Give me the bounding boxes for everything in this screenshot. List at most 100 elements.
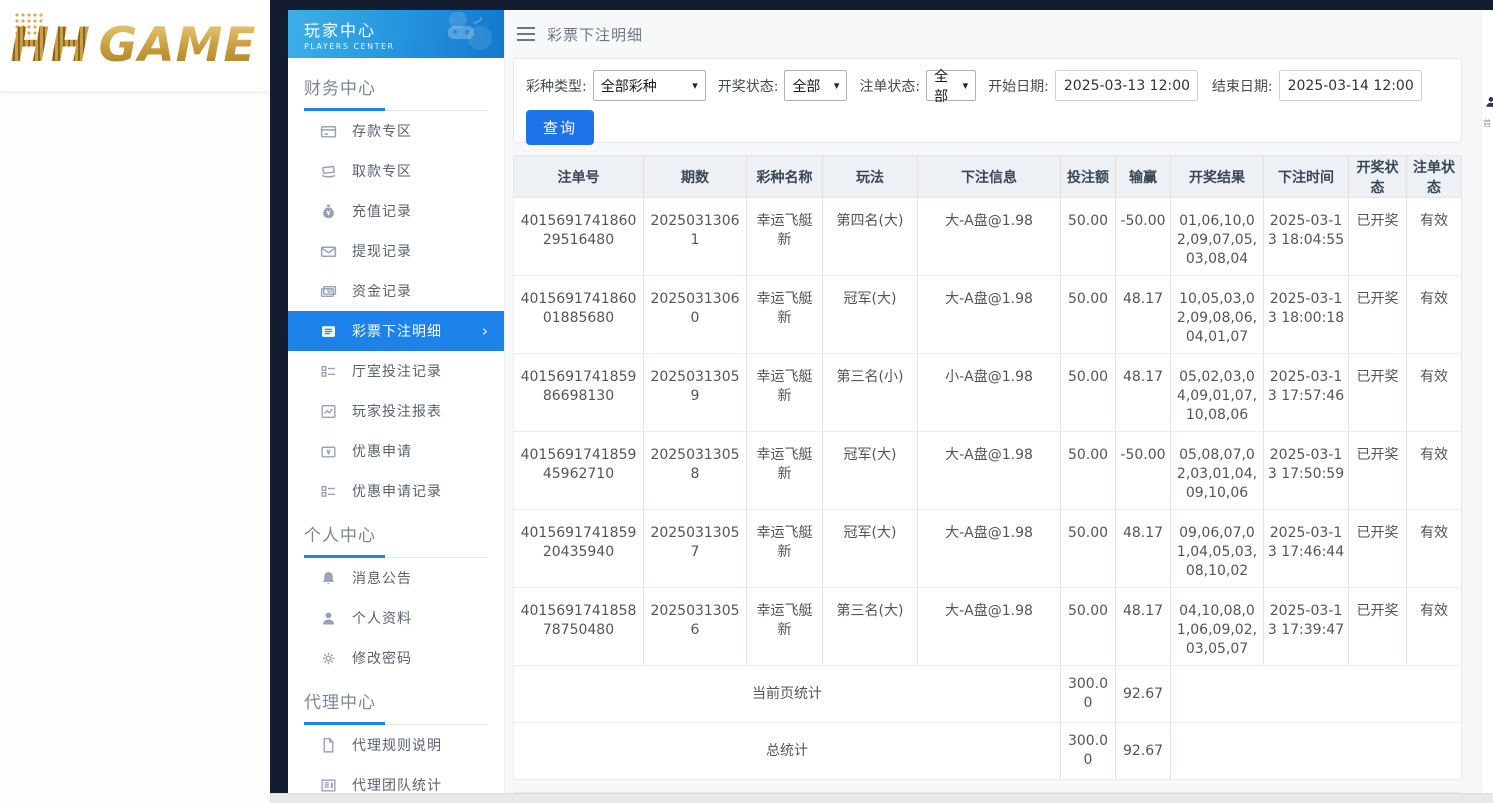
page-header: 彩票下注明细: [513, 10, 1462, 58]
sidebar-item-recharge-records[interactable]: 充值记录: [288, 191, 504, 231]
rail-text-clipped: 首: [1483, 118, 1491, 129]
sidebar-item-change-password[interactable]: 修改密码: [288, 638, 504, 678]
col-header: 下注信息: [918, 156, 1061, 198]
cell-bet-id: 401569174185945962710: [514, 432, 644, 510]
right-rail-clipped: 首: [1481, 10, 1493, 793]
sidebar-item-agent-rules[interactable]: 代理规则说明: [288, 725, 504, 765]
col-header: 开奖状态: [1349, 156, 1407, 198]
cell-bet-time: 2025-03-13 17:39:47: [1264, 588, 1349, 666]
sidebar-item-lottery-bet-details[interactable]: 彩票下注明细 ›: [288, 311, 504, 351]
detail-list-icon: [320, 363, 337, 380]
sidebar-header: 玩家中心 PLAYERS CENTER: [288, 10, 504, 58]
chevron-down-icon: ▾: [834, 79, 840, 92]
section-personal: 个人中心: [288, 511, 504, 558]
sidebar-item-messages[interactable]: 消息公告: [288, 558, 504, 598]
bets-table: 注单号 期数 彩种名称 玩法 下注信息 投注额 输赢 开奖结果 下注时间 开奖状…: [513, 155, 1462, 780]
cell-order-status: 有效: [1407, 510, 1462, 588]
sidebar-item-profile[interactable]: 个人资料: [288, 598, 504, 638]
page-summary-label: 当前页统计: [514, 666, 1061, 723]
chevron-down-icon: ▾: [963, 79, 969, 92]
sidebar-item-player-bet-report[interactable]: 玩家投注报表: [288, 391, 504, 431]
gamepad-icon: [428, 12, 498, 56]
sidebar: 玩家中心 PLAYERS CENTER 财务中心 存款专区: [288, 10, 505, 803]
cell-bet-info: 大-A盘@1.98: [918, 588, 1061, 666]
page-title: 彩票下注明细: [547, 24, 643, 45]
cell-lottery: 幸运飞艇新: [747, 276, 823, 354]
sidebar-item-withdraw-zone[interactable]: 取款专区: [288, 151, 504, 191]
cell-bet-id: 401569174185986698130: [514, 354, 644, 432]
sidebar-item-label: 个人资料: [352, 608, 412, 628]
sidebar-item-withdraw-records[interactable]: 提现记录: [288, 231, 504, 271]
sidebar-item-fund-records[interactable]: 资金记录: [288, 271, 504, 311]
section-finance-title: 财务中心: [304, 74, 488, 99]
cell-period: 20250313057: [644, 510, 747, 588]
cell-draw-status: 已开奖: [1349, 354, 1407, 432]
sidebar-item-deposit-zone[interactable]: 存款专区: [288, 111, 504, 151]
cell-period: 20250313056: [644, 588, 747, 666]
cell-amount: 50.00: [1061, 432, 1116, 510]
cell-winloss: -50.00: [1116, 432, 1171, 510]
sidebar-item-label: 提现记录: [352, 241, 412, 261]
sidebar-item-label: 优惠申请记录: [352, 481, 442, 501]
section-personal-title: 个人中心: [304, 521, 488, 546]
brand-logo: HHGAME: [0, 0, 270, 92]
cell-result: 10,05,03,02,09,08,06,04,01,07: [1171, 276, 1264, 354]
cell-amount: 50.00: [1061, 354, 1116, 432]
col-header: 开奖结果: [1171, 156, 1264, 198]
order-status-select[interactable]: 全部 ▾: [926, 70, 976, 101]
cell-lottery: 幸运飞艇新: [747, 354, 823, 432]
cell-bet-time: 2025-03-13 17:57:46: [1264, 354, 1349, 432]
search-button[interactable]: 查询: [526, 110, 594, 145]
logo-panel: HHGAME: [0, 0, 270, 803]
cell-result: 04,10,08,01,06,09,02,03,05,07: [1171, 588, 1264, 666]
summary-empty: [1171, 723, 1462, 780]
cell-order-status: 有效: [1407, 354, 1462, 432]
cell-bet-time: 2025-03-13 17:50:59: [1264, 432, 1349, 510]
col-header: 期数: [644, 156, 747, 198]
main-content: 彩票下注明细 彩种类型: 全部彩种 ▾ 开奖状态: 全部 ▾ 注单状态: 全部 …: [505, 10, 1481, 803]
cell-play: 冠军(大): [823, 510, 918, 588]
table-header-row: 注单号 期数 彩种名称 玩法 下注信息 投注额 输赢 开奖结果 下注时间 开奖状…: [514, 156, 1462, 198]
sidebar-item-label: 玩家投注报表: [352, 401, 442, 421]
end-date-input[interactable]: [1279, 70, 1422, 101]
cell-bet-id: 401569174186001885680: [514, 276, 644, 354]
cell-bet-time: 2025-03-13 17:46:44: [1264, 510, 1349, 588]
cell-draw-status: 已开奖: [1349, 276, 1407, 354]
sidebar-item-label: 优惠申请: [352, 441, 412, 461]
cell-lottery: 幸运飞艇新: [747, 432, 823, 510]
sidebar-item-promo-apply[interactable]: 优惠申请: [288, 431, 504, 471]
start-date-input[interactable]: [1055, 70, 1198, 101]
user-icon: [1484, 95, 1493, 109]
cell-draw-status: 已开奖: [1349, 510, 1407, 588]
newspaper-icon: [320, 777, 337, 794]
detail-list-icon: [320, 483, 337, 500]
col-header: 玩法: [823, 156, 918, 198]
logo-text-hh: HH: [10, 18, 91, 73]
draw-status-select[interactable]: 全部 ▾: [784, 70, 847, 101]
sidebar-menu: 财务中心 存款专区 取款专区 充值记录 提现记录 资金记录: [288, 58, 504, 803]
col-header: 输赢: [1116, 156, 1171, 198]
sidebar-item-promo-apply-records[interactable]: 优惠申请记录: [288, 471, 504, 511]
cell-bet-id: 401569174185920435940: [514, 510, 644, 588]
report-chart-icon: [320, 403, 337, 420]
cell-bet-info: 大-A盘@1.98: [918, 276, 1061, 354]
bell-icon: [320, 570, 337, 587]
cell-lottery: 幸运飞艇新: [747, 510, 823, 588]
app-window: HHGAME 玩家中心 PLAYERS CENTER 财务中心: [0, 0, 1493, 803]
cell-bet-info: 小-A盘@1.98: [918, 354, 1061, 432]
table-row: 40156917418594596271020250313058幸运飞艇新冠军(…: [514, 432, 1462, 510]
cell-bet-time: 2025-03-13 18:04:55: [1264, 198, 1349, 276]
gear-icon: [320, 650, 337, 667]
chevron-down-icon: ▾: [692, 79, 698, 92]
horizontal-scrollbar[interactable]: [270, 793, 1493, 803]
sidebar-item-label: 彩票下注明细: [352, 321, 442, 341]
menu-toggle-icon[interactable]: [517, 27, 535, 41]
table-row: 40156917418587875048020250313056幸运飞艇新第三名…: [514, 588, 1462, 666]
lottery-type-label: 彩种类型:: [526, 76, 587, 96]
order-status-label: 注单状态:: [859, 76, 920, 96]
sidebar-item-hall-bet-records[interactable]: 厅室投注记录: [288, 351, 504, 391]
cell-period: 20250313061: [644, 198, 747, 276]
table-row: 40156917418598669813020250313059幸运飞艇新第三名…: [514, 354, 1462, 432]
lottery-type-select[interactable]: 全部彩种 ▾: [593, 70, 706, 101]
cell-period: 20250313059: [644, 354, 747, 432]
